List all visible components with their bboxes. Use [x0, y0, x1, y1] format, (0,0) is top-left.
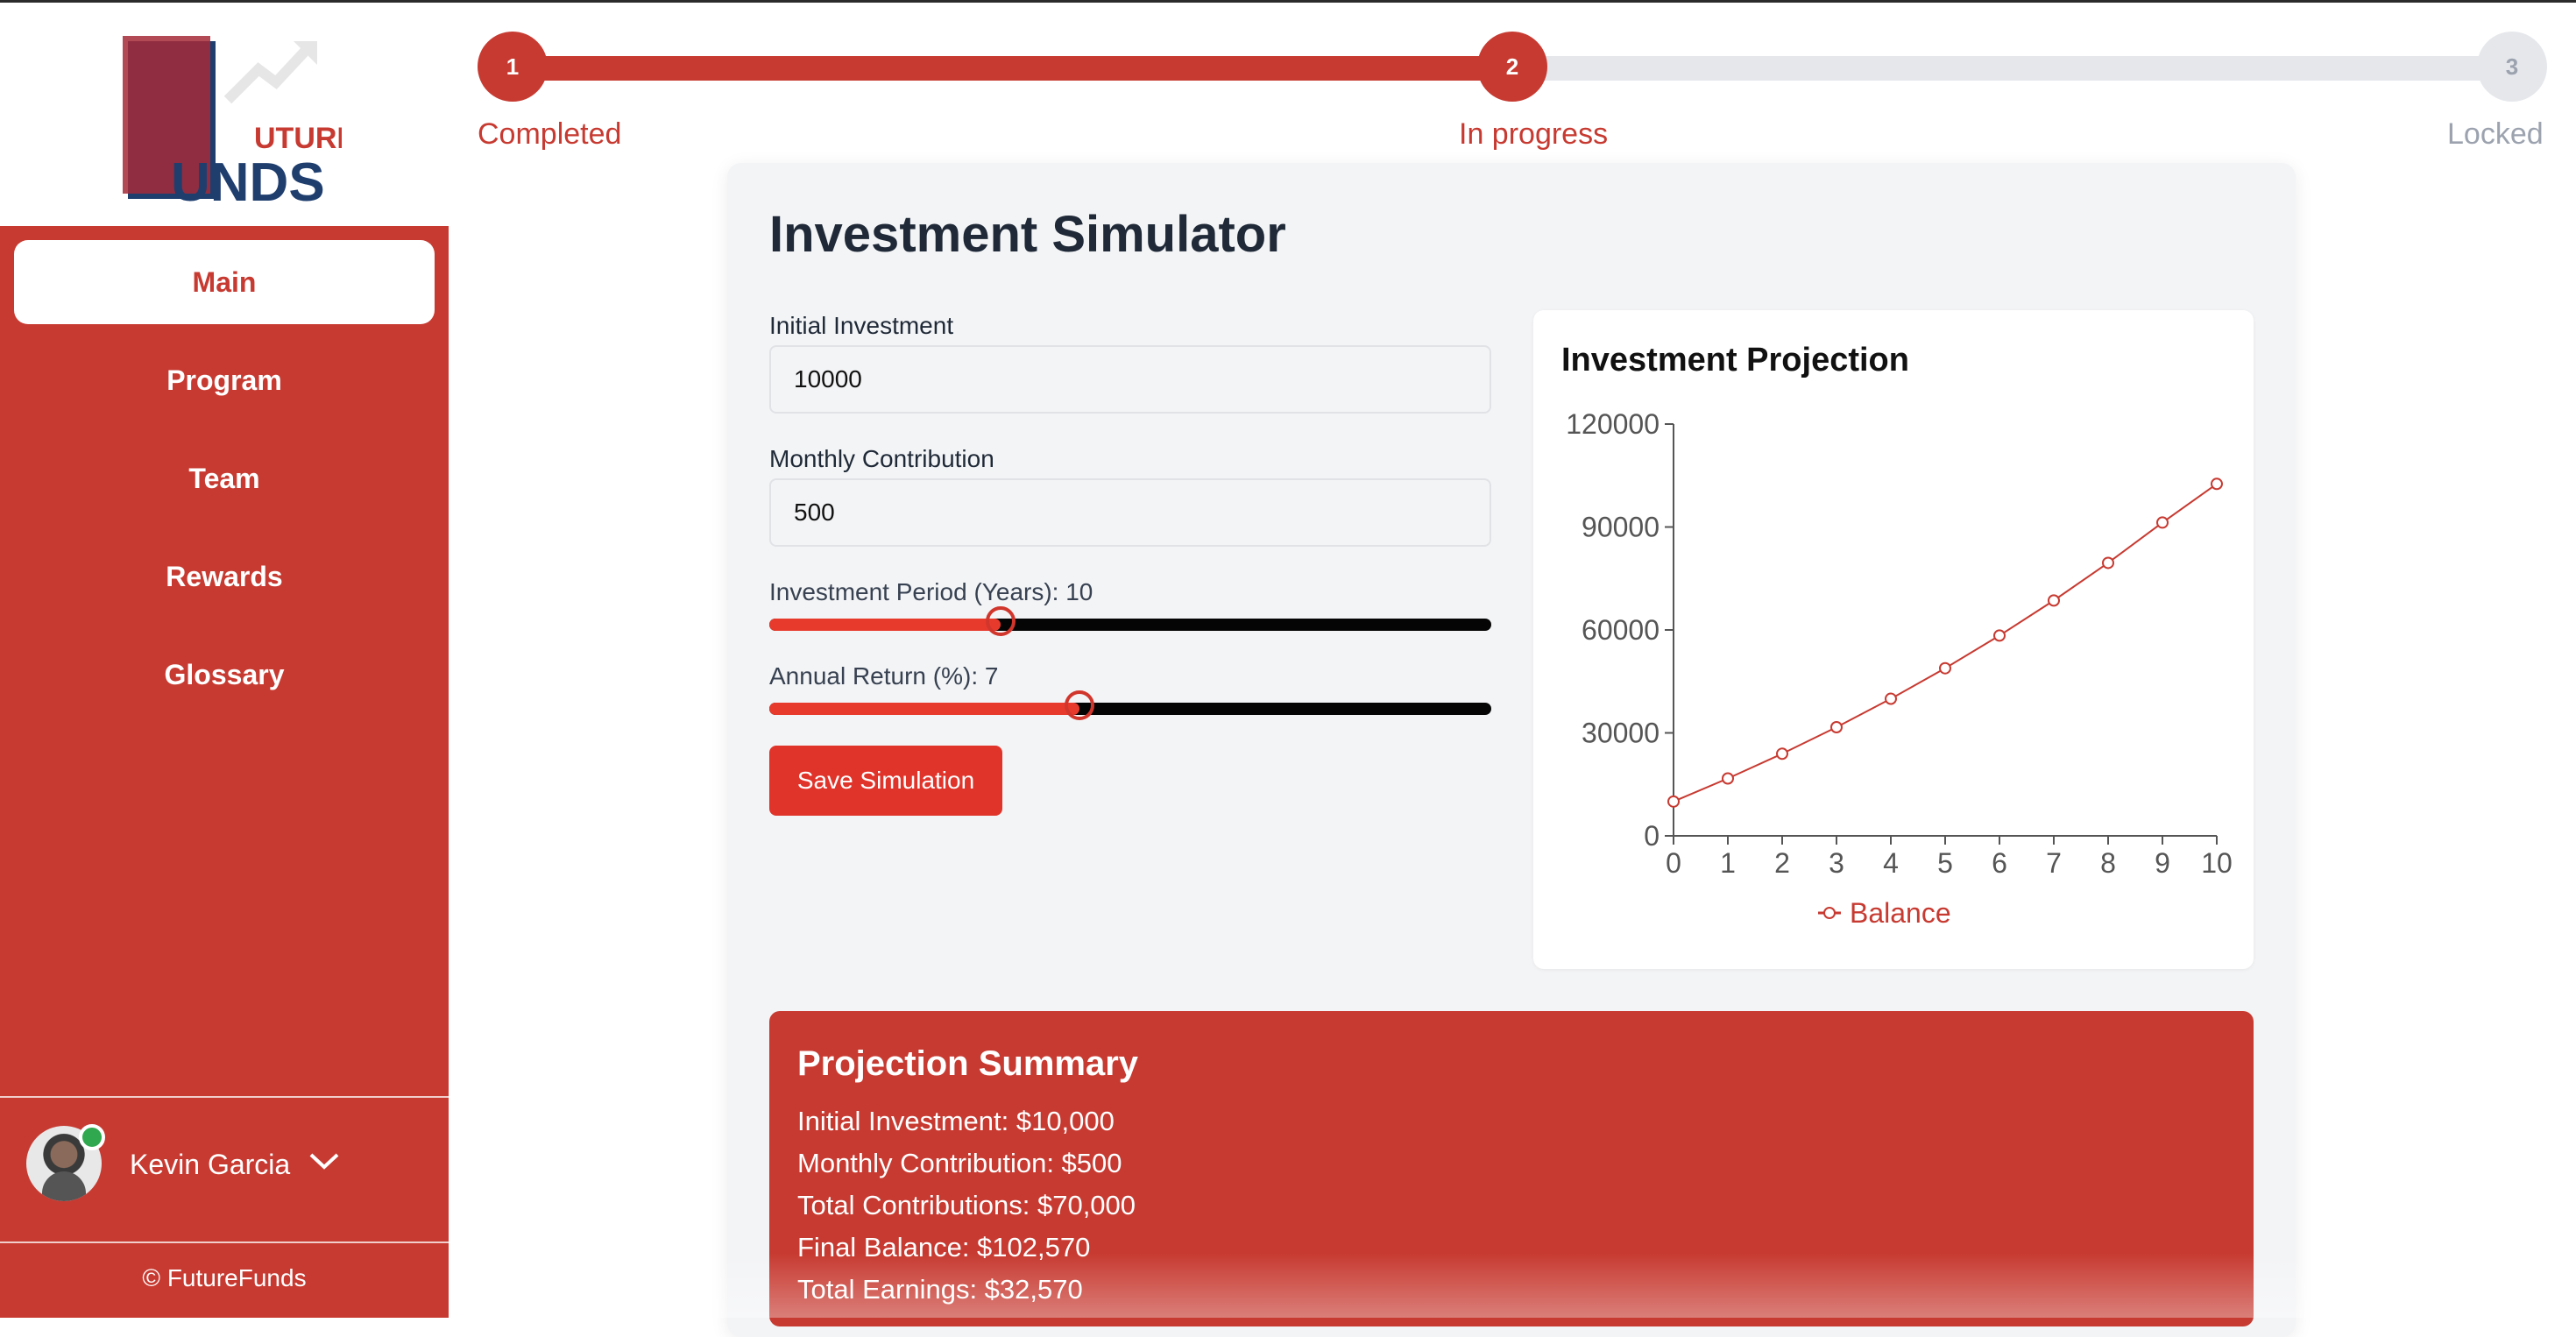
summary-total-earnings: Total Earnings: $32,570 — [797, 1274, 1083, 1305]
x-tick-label: 10 — [2201, 847, 2233, 879]
sidebar-item-main[interactable]: Main — [14, 240, 435, 324]
summary-title: Projection Summary — [797, 1044, 1139, 1083]
balance-data-point — [2102, 556, 2114, 569]
step-2-indicator[interactable]: 2 — [1477, 32, 1547, 102]
x-tick-label: 8 — [2100, 847, 2116, 879]
step-1-indicator[interactable]: 1 — [478, 32, 548, 102]
online-status-indicator — [79, 1124, 105, 1150]
balance-data-point — [2048, 594, 2060, 607]
x-tick-label: 6 — [1992, 847, 2007, 879]
balance-data-point — [2156, 516, 2169, 529]
x-tick-label: 0 — [1666, 847, 1681, 879]
investment-projection-chart-card: Investment Projection 0 30000 60000 90000 12… — [1533, 310, 2254, 969]
initial-investment-input[interactable]: 10000 — [769, 345, 1491, 414]
step-2-label: In progress — [1459, 117, 1609, 151]
logo-text-funds: UNDS — [171, 152, 325, 209]
investment-projection-chart: 0 30000 60000 90000 120000 0 1 2 3 4 5 6 7 8 9 10 Balanc… — [1566, 408, 2233, 929]
futurefunds-logo[interactable]: UTURE UNDS — [123, 34, 342, 209]
y-tick-label: 30000 — [1582, 718, 1660, 749]
balance-data-point — [1667, 795, 1680, 808]
save-simulation-button[interactable]: Save Simulation — [769, 746, 1002, 816]
summary-final-balance: Final Balance: $102,570 — [797, 1232, 1091, 1263]
x-tick-label: 1 — [1720, 847, 1736, 879]
summary-total-contributions: Total Contributions: $70,000 — [797, 1190, 1136, 1220]
investment-period-label: Investment Period (Years): 10 — [769, 578, 1093, 605]
summary-initial-investment: Initial Investment: $10,000 — [797, 1106, 1115, 1136]
user-name: Kevin Garcia — [130, 1149, 291, 1180]
logo-text-future: UTURE — [254, 122, 342, 155]
sidebar-item-glossary[interactable]: Glossary — [14, 633, 435, 717]
x-tick-label: 2 — [1774, 847, 1790, 879]
balance-data-point — [1885, 692, 1897, 705]
balance-data-point — [1939, 661, 1951, 675]
balance-data-point — [1776, 747, 1788, 760]
copyright: © FutureFunds — [142, 1264, 307, 1291]
x-tick-label: 7 — [2046, 847, 2062, 879]
legend-swatch-marker — [1823, 907, 1836, 919]
chevron-down-icon[interactable] — [308, 1150, 340, 1171]
investment-period-slider-thumb[interactable] — [985, 606, 1016, 636]
y-tick-label: 0 — [1644, 820, 1660, 852]
logo-area: UTURE UNDS — [0, 3, 449, 226]
x-tick-label: 9 — [2155, 847, 2170, 879]
x-tick-label: 5 — [1937, 847, 1953, 879]
y-tick-label: 120000 — [1566, 408, 1660, 440]
sidebar-item-team[interactable]: Team — [14, 436, 435, 520]
progress-track-fill — [513, 56, 1511, 81]
monthly-contribution-input[interactable]: 500 — [769, 478, 1491, 547]
x-tick-label: 4 — [1883, 847, 1899, 879]
simulator-card: Investment Simulator Initial Investment … — [727, 163, 2296, 1337]
monthly-contribution-label: Monthly Contribution — [769, 445, 994, 472]
summary-monthly-contribution: Monthly Contribution: $500 — [797, 1148, 1122, 1178]
user-profile-menu[interactable]: Kevin Garcia — [0, 1096, 449, 1243]
initial-investment-label: Initial Investment — [769, 312, 954, 339]
step-1-label: Completed — [478, 117, 622, 151]
annual-return-slider-fill — [769, 703, 1080, 715]
progress-steps: 1 2 3 Completed In progress Locked — [478, 32, 2547, 163]
x-tick-label: 3 — [1829, 847, 1844, 879]
sidebar-nav: Main Program Team Rewards Glossary — [0, 240, 449, 731]
y-tick-label: 90000 — [1582, 512, 1660, 543]
annual-return-slider[interactable] — [769, 690, 1491, 720]
sidebar-item-program[interactable]: Program — [14, 338, 435, 422]
page-title: Investment Simulator — [769, 206, 1286, 263]
balance-data-point — [2211, 478, 2223, 491]
balance-data-point — [1722, 772, 1734, 785]
investment-period-slider-fill — [769, 619, 1001, 631]
balance-series-line — [1673, 483, 2218, 803]
investment-period-slider[interactable] — [769, 606, 1491, 636]
annual-return-slider-thumb[interactable] — [1065, 690, 1095, 720]
balance-data-point — [1993, 629, 2006, 642]
sidebar: UTURE UNDS Main Program Team Rewards Glo… — [0, 3, 449, 1318]
step-3-indicator: 3 — [2477, 32, 2547, 102]
sidebar-item-rewards[interactable]: Rewards — [14, 534, 435, 619]
projection-summary: Projection Summary Initial Investment: $… — [769, 1011, 2254, 1326]
balance-data-point — [1830, 720, 1843, 733]
y-tick-label: 60000 — [1582, 614, 1660, 646]
annual-return-label: Annual Return (%): 7 — [769, 662, 999, 690]
step-3-label: Locked — [2447, 117, 2544, 151]
legend-label: Balance — [1850, 897, 1951, 929]
